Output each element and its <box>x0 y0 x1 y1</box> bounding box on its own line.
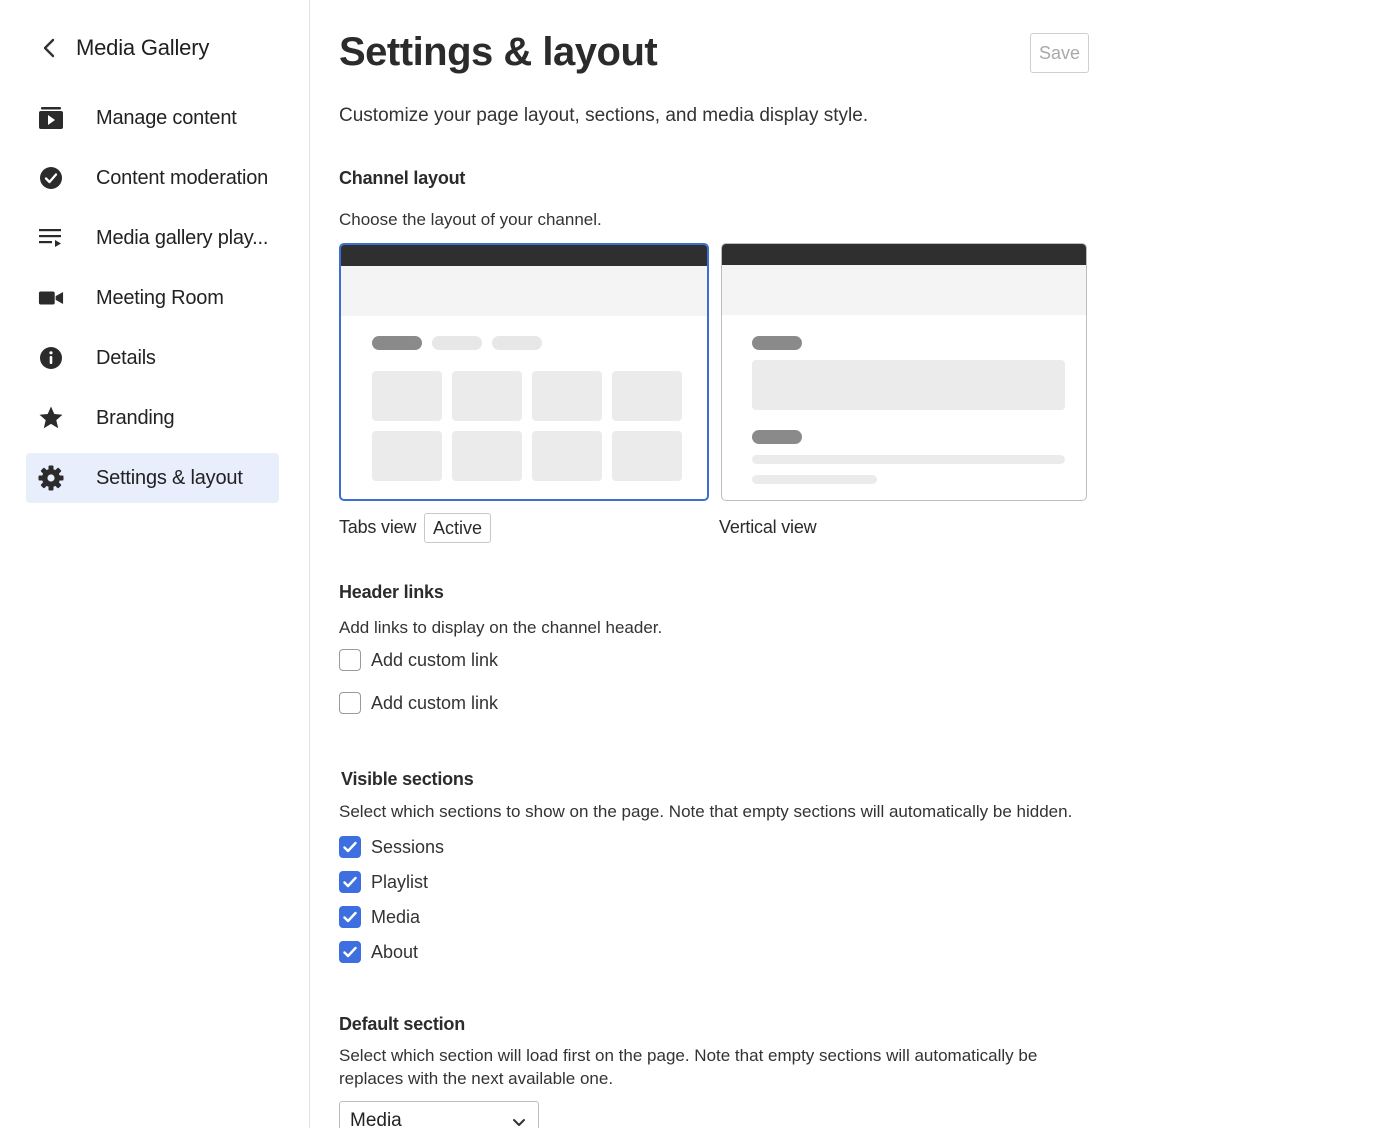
custom-link-checkbox-row[interactable]: Add custom link <box>339 692 498 714</box>
sidebar-item-manage-content[interactable]: Manage content <box>26 93 279 143</box>
default-section-heading: Default section <box>339 1014 466 1034</box>
page-title: Settings & layout <box>339 30 658 74</box>
vertical-view-card[interactable] <box>721 243 1087 501</box>
vertical-view-label: Vertical view <box>719 517 817 537</box>
preview-heading <box>752 336 802 350</box>
about-checkbox[interactable] <box>339 941 361 963</box>
sessions-label: Sessions <box>371 836 445 857</box>
playlist-label: Playlist <box>371 871 429 892</box>
checkmark-icon <box>343 876 357 888</box>
sidebar-item-label: Settings & layout <box>96 466 243 489</box>
header-links-description: Add links to display on the channel head… <box>339 618 663 637</box>
preview-header-bar <box>722 244 1086 265</box>
gear-icon <box>38 465 64 491</box>
channel-layout-description: Choose the layout of your channel. <box>339 210 602 229</box>
sidebar-item-meeting-room[interactable]: Meeting Room <box>26 273 279 323</box>
gallery-title: Media Gallery <box>76 35 210 60</box>
preview-banner <box>341 266 707 316</box>
preview-tile <box>452 371 522 421</box>
chevron-left-icon <box>38 32 60 64</box>
sidebar-item-label: Branding <box>96 406 175 429</box>
sidebar-item-label: Content moderation <box>96 166 269 189</box>
page-subtitle: Customize your page layout, sections, an… <box>339 105 869 126</box>
sidebar-item-label: Manage content <box>96 106 237 129</box>
preview-heading <box>752 430 802 444</box>
media-label: Media <box>371 906 421 927</box>
custom-link-checkbox[interactable] <box>339 649 361 671</box>
preview-line <box>752 475 877 484</box>
preview-banner <box>722 265 1086 315</box>
checkmark-icon <box>343 911 357 923</box>
sidebar-item-details[interactable]: Details <box>26 333 279 383</box>
tabs-view-label: Tabs view <box>339 517 417 537</box>
media-checkbox[interactable] <box>339 906 361 928</box>
sidebar-nav: Manage content Content moderation Media … <box>26 93 279 513</box>
sidebar-item-content-moderation[interactable]: Content moderation <box>26 153 279 203</box>
preview-line <box>752 455 1065 464</box>
preview-tile <box>612 431 682 481</box>
preview-tile <box>372 371 442 421</box>
save-button[interactable]: Save <box>1030 33 1089 73</box>
sidebar-item-label: Media gallery play... <box>96 226 269 249</box>
video-camera-icon <box>38 285 64 311</box>
default-section-description-line1: Select which section will load first on … <box>339 1046 1038 1065</box>
channel-layout-heading: Channel layout <box>339 168 466 188</box>
preview-tab <box>432 336 482 350</box>
preview-block <box>752 360 1065 410</box>
custom-link-checkbox-row[interactable]: Add custom link <box>339 649 498 671</box>
sessions-checkbox[interactable] <box>339 836 361 858</box>
sidebar-item-settings-layout[interactable]: Settings & layout <box>26 453 279 503</box>
custom-link-label: Add custom link <box>371 692 499 713</box>
custom-link-label: Add custom link <box>371 649 499 670</box>
preview-tab <box>372 336 422 350</box>
active-badge: Active <box>424 513 492 543</box>
check-circle-icon <box>38 165 64 191</box>
section-checkbox-row-media[interactable]: Media <box>339 906 420 928</box>
main-content: Settings & layout Save Customize your pa… <box>339 0 1099 1128</box>
star-icon <box>38 405 64 431</box>
preview-header-bar <box>341 245 707 266</box>
visible-sections-heading: Visible sections <box>341 769 474 789</box>
tabs-view-card[interactable] <box>339 243 709 501</box>
sidebar: Media Gallery Manage content Content mod… <box>0 0 310 1128</box>
sidebar-item-branding[interactable]: Branding <box>26 393 279 443</box>
section-checkbox-row-about[interactable]: About <box>339 941 418 963</box>
checkmark-icon <box>343 946 357 958</box>
default-section-value: Media <box>350 1110 402 1128</box>
header-links-heading: Header links <box>339 582 444 602</box>
custom-link-checkbox[interactable] <box>339 692 361 714</box>
about-label: About <box>371 941 419 962</box>
default-section-description-line2: replaces with the next available one. <box>339 1069 614 1088</box>
info-icon <box>38 345 64 371</box>
visible-sections-description: Select which sections to show on the pag… <box>339 802 1073 821</box>
back-button[interactable]: Media Gallery <box>38 32 209 64</box>
playlist-icon <box>38 225 64 251</box>
preview-tab <box>492 336 542 350</box>
section-checkbox-row-playlist[interactable]: Playlist <box>339 871 428 893</box>
preview-tile <box>612 371 682 421</box>
preview-tile <box>532 431 602 481</box>
play-folder-icon <box>38 105 64 131</box>
preview-tile <box>452 431 522 481</box>
default-section-select[interactable]: Media <box>339 1101 539 1128</box>
preview-tile <box>372 431 442 481</box>
chevron-down-icon <box>512 1114 526 1128</box>
preview-tile <box>532 371 602 421</box>
sidebar-item-label: Meeting Room <box>96 286 224 309</box>
sidebar-item-media-gallery-playlists[interactable]: Media gallery play... <box>26 213 279 263</box>
sidebar-item-label: Details <box>96 346 156 369</box>
playlist-checkbox[interactable] <box>339 871 361 893</box>
section-checkbox-row-sessions[interactable]: Sessions <box>339 836 444 858</box>
checkmark-icon <box>343 841 357 853</box>
